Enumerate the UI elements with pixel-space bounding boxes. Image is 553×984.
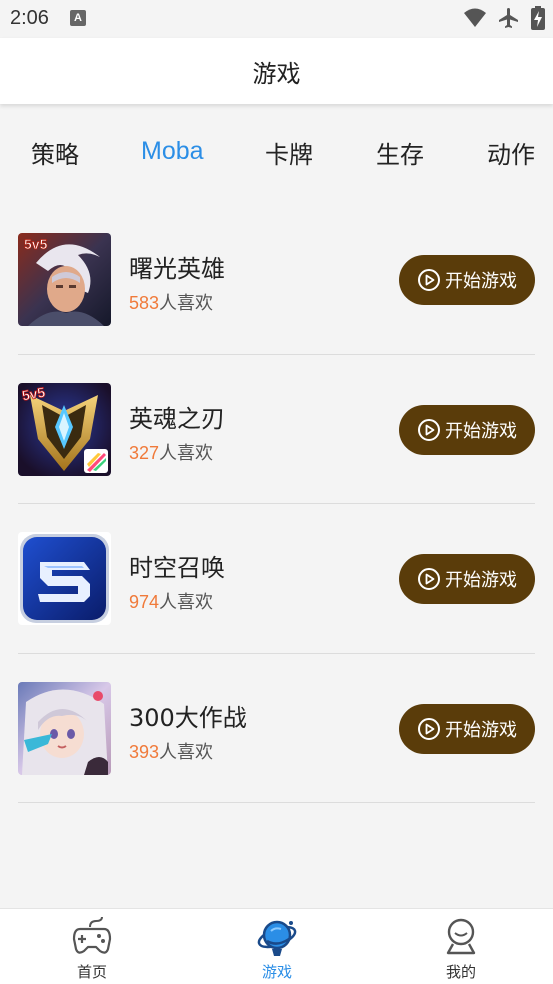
game-name: 曙光英雄 xyxy=(129,255,225,283)
likes-count: 327 xyxy=(129,442,160,463)
likes-count: 583 xyxy=(129,293,160,313)
play-circle-icon xyxy=(418,269,440,291)
nav-label-profile: 我的 xyxy=(445,963,476,981)
nav-item-games[interactable]: 游戏 xyxy=(217,909,337,984)
list-item: 300大作战 393人喜欢 开始游戏 xyxy=(18,654,535,803)
list-item: 时空召唤 974人喜欢 开始游戏 xyxy=(18,504,535,654)
status-bar: 2:06 A xyxy=(0,0,553,38)
list-item: 5v5 英魂之刃 327人喜欢 开始游戏 xyxy=(18,355,535,504)
game-name: 时空召唤 xyxy=(129,554,225,582)
play-circle-icon xyxy=(418,717,440,740)
play-circle-icon xyxy=(418,568,440,590)
game-likes: 327人喜欢 xyxy=(129,439,213,465)
tab-card[interactable]: 卡牌 xyxy=(265,135,313,170)
shikong-zhaohuan-icon xyxy=(18,532,111,625)
start-game-button[interactable]: 开始游戏 xyxy=(399,703,535,754)
likes-count: 974 xyxy=(129,592,160,612)
likes-count: 393 xyxy=(129,741,160,762)
tab-moba[interactable]: Moba xyxy=(141,137,204,166)
game-list: 5v5 曙光英雄 583人喜欢 开始游戏 5v5 英魂之刃 327人喜欢 开始游… xyxy=(18,205,535,803)
likes-label: 人喜欢 xyxy=(159,442,214,464)
likes-label: 人喜欢 xyxy=(159,741,214,763)
category-tabs: 策略 Moba 卡牌 生存 动作 xyxy=(0,125,553,179)
300-dazuozhan-icon xyxy=(18,681,111,775)
start-game-label: 开始游戏 xyxy=(445,271,517,292)
svg-text:5v5: 5v5 xyxy=(24,236,48,252)
tab-survival[interactable]: 生存 xyxy=(376,135,424,170)
start-game-label: 开始游戏 xyxy=(445,570,517,591)
game-name: 英魂之刃 xyxy=(129,404,225,433)
tab-action[interactable]: 动作 xyxy=(487,135,535,170)
start-game-button[interactable]: 开始游戏 xyxy=(399,554,535,604)
planet-icon xyxy=(257,920,297,956)
notification-icon: A xyxy=(70,10,86,26)
game-likes: 583人喜欢 xyxy=(129,289,213,315)
start-game-label: 开始游戏 xyxy=(445,420,517,442)
bottom-nav: 首页 游戏 我的 xyxy=(0,908,553,984)
wifi-icon xyxy=(464,8,486,27)
game-name: 300大作战 xyxy=(129,703,247,732)
game-likes: 974人喜欢 xyxy=(129,588,213,614)
gamepad-icon xyxy=(72,916,112,954)
start-game-button[interactable]: 开始游戏 xyxy=(399,255,535,305)
airplane-icon xyxy=(499,8,518,28)
likes-label: 人喜欢 xyxy=(159,592,214,613)
nav-item-home[interactable]: 首页 xyxy=(32,909,152,984)
status-time: 2:06 xyxy=(10,7,49,29)
status-icons xyxy=(463,6,545,30)
yinghun-zhiren-icon: 5v5 xyxy=(18,382,111,476)
person-icon xyxy=(446,918,476,955)
start-game-button[interactable]: 开始游戏 xyxy=(399,404,535,455)
battery-icon xyxy=(531,6,545,30)
nav-label-games: 游戏 xyxy=(261,963,292,981)
list-item: 5v5 曙光英雄 583人喜欢 开始游戏 xyxy=(18,205,535,355)
title-bar: 游戏 xyxy=(0,38,553,104)
game-likes: 393人喜欢 xyxy=(129,738,213,764)
page-title: 游戏 xyxy=(252,60,301,88)
tab-strategy[interactable]: 策略 xyxy=(31,135,79,170)
start-game-label: 开始游戏 xyxy=(445,719,517,741)
likes-label: 人喜欢 xyxy=(159,293,214,314)
nav-label-home: 首页 xyxy=(76,963,107,981)
nav-item-profile[interactable]: 我的 xyxy=(401,909,521,984)
play-circle-icon xyxy=(418,418,440,441)
shuguang-yingxiong-icon: 5v5 xyxy=(18,233,111,326)
